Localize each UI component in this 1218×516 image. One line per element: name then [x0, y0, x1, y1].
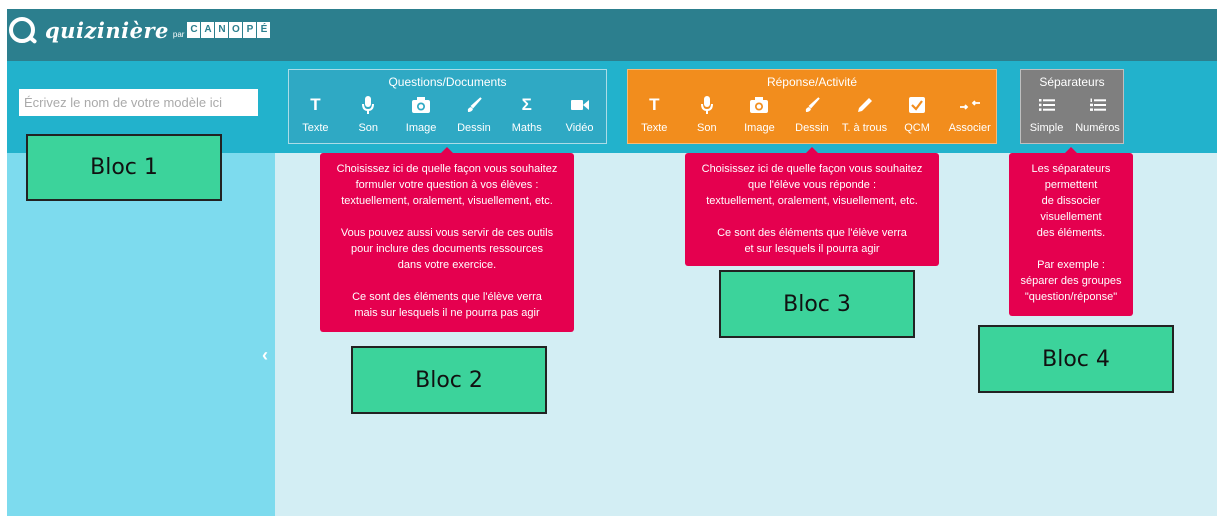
text-icon: T [310, 95, 321, 114]
numbered-list-icon [1089, 94, 1106, 116]
arrows-join-icon [959, 94, 980, 116]
tool-dessin[interactable]: Dessin [786, 94, 838, 134]
group-title: Séparateurs [1039, 75, 1105, 89]
tool-label: T. à trous [841, 122, 888, 134]
tool-label: Son [697, 122, 717, 134]
bloc-4-label: Bloc 4 [978, 325, 1174, 393]
logo-par: par [172, 29, 185, 39]
canope-letter: C [187, 22, 201, 38]
left-sidebar [7, 153, 275, 516]
sigma-icon: Σ [521, 95, 532, 114]
questions-documents-group: Questions/Documents T Texte Son Image De… [288, 69, 607, 144]
reponse-activite-group: Réponse/Activité T Texte Son Image Dessi… [627, 69, 997, 144]
reponse-tooltip: Choisissez ici de quelle façon vous souh… [685, 147, 939, 266]
camera-icon [412, 94, 431, 116]
checkbox-icon [909, 94, 926, 116]
canope-letter: A [201, 22, 215, 38]
microphone-icon [700, 94, 713, 116]
tool-label: Image [744, 122, 775, 134]
tool-label: Maths [511, 122, 542, 134]
tool-label: Vidéo [565, 122, 594, 134]
tool-qcm[interactable]: QCM [891, 94, 943, 134]
camera-icon [750, 94, 769, 116]
separateurs-tooltip: Les séparateurs permettent de dissocier … [1009, 147, 1133, 316]
tool-label: Associer [948, 122, 991, 134]
microphone-icon [362, 94, 375, 116]
brush-icon [466, 94, 482, 116]
tool-label: Numéros [1075, 122, 1120, 134]
tool-separateur-numeros[interactable]: Numéros [1072, 94, 1123, 134]
tool-separateur-simple[interactable]: Simple [1021, 94, 1072, 134]
group-title: Questions/Documents [388, 75, 507, 89]
chevron-left-icon[interactable]: ‹ [262, 345, 268, 366]
bloc-3-label: Bloc 3 [719, 270, 915, 338]
tool-associer[interactable]: Associer [944, 94, 996, 134]
canope-letter: N [215, 22, 229, 38]
bloc-1-label: Bloc 1 [26, 134, 222, 201]
tool-son[interactable]: Son [681, 94, 733, 134]
pencil-icon [857, 94, 873, 116]
tool-texte[interactable]: T Texte [289, 94, 341, 134]
questions-tooltip: Choisissez ici de quelle façon vous souh… [320, 147, 574, 332]
tool-label: QCM [904, 122, 930, 134]
tool-label: Simple [1029, 122, 1064, 134]
app-window: quizinière par C A N O P É Questions/Doc… [7, 9, 1217, 516]
canope-logo: C A N O P É [187, 22, 271, 38]
tool-dessin[interactable]: Dessin [448, 94, 500, 134]
tool-son[interactable]: Son [342, 94, 394, 134]
canope-letter: P [243, 22, 257, 38]
quiziniere-logo[interactable]: quizinière par C A N O P É [9, 17, 271, 43]
separateurs-group: Séparateurs Simple Numéros [1020, 69, 1124, 144]
tool-label: Image [405, 122, 437, 134]
group-title: Réponse/Activité [766, 75, 858, 89]
tool-label: Texte [302, 122, 329, 134]
model-name-input[interactable] [19, 89, 258, 116]
bullet-list-icon [1038, 94, 1055, 116]
text-icon: T [649, 95, 660, 114]
tool-label: Son [358, 122, 379, 134]
tool-texte-a-trous[interactable]: T. à trous [839, 94, 891, 134]
logo-q-icon [9, 17, 35, 43]
tool-maths[interactable]: Σ Maths [501, 94, 553, 134]
canope-letter: O [229, 22, 243, 38]
top-bar: quizinière par C A N O P É [7, 9, 1217, 61]
brush-icon [804, 94, 820, 116]
video-camera-icon [570, 94, 589, 116]
logo-text: quizinière [45, 17, 169, 43]
tool-label: Dessin [457, 122, 491, 134]
tool-label: Texte [641, 122, 668, 134]
tool-texte[interactable]: T Texte [628, 94, 680, 134]
tool-image[interactable]: Image [733, 94, 785, 134]
bloc-2-label: Bloc 2 [351, 346, 547, 414]
tool-label: Dessin [795, 122, 829, 134]
tool-image[interactable]: Image [395, 94, 447, 134]
tool-video[interactable]: Vidéo [554, 94, 606, 134]
canope-letter: É [257, 22, 271, 38]
